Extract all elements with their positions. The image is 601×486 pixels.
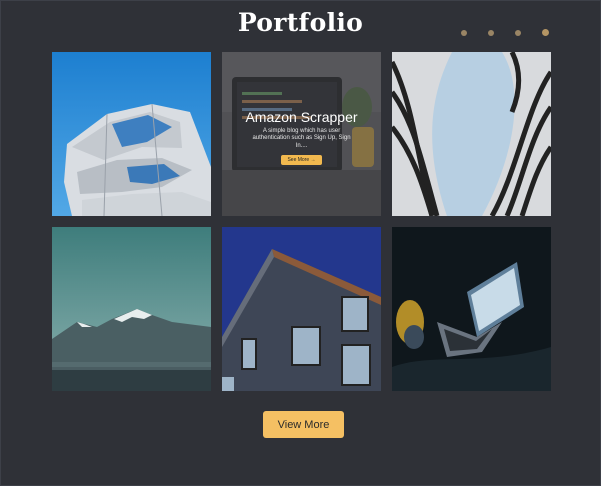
laptop-dark-image xyxy=(392,227,551,391)
portfolio-item-building-facade[interactable] xyxy=(52,52,211,216)
portfolio-item-modern-building[interactable] xyxy=(222,227,381,391)
carousel-dots xyxy=(461,29,549,36)
building-facade-image xyxy=(52,52,211,216)
project-overlay: Amazon Scrapper A simple blog which has … xyxy=(222,52,381,216)
carousel-dot[interactable] xyxy=(461,30,467,36)
see-more-button[interactable]: See More → xyxy=(281,155,322,166)
carousel-dot[interactable] xyxy=(515,30,521,36)
portfolio-item-laptop-dark[interactable] xyxy=(392,227,551,391)
mountains-image xyxy=(52,227,211,391)
carousel-dot-active[interactable] xyxy=(542,29,549,36)
project-description: A simple blog which has user authenticat… xyxy=(252,127,351,149)
curved-towers-image xyxy=(392,52,551,216)
project-title: Amazon Scrapper xyxy=(245,108,358,125)
modern-building-image xyxy=(222,227,381,391)
portfolio-item-curved-towers[interactable] xyxy=(392,52,551,216)
portfolio-item-amazon-scrapper[interactable]: Amazon Scrapper A simple blog which has … xyxy=(222,52,381,216)
view-more-button[interactable]: View More xyxy=(263,411,344,438)
portfolio-item-mountains[interactable] xyxy=(52,227,211,391)
carousel-dot[interactable] xyxy=(488,30,494,36)
